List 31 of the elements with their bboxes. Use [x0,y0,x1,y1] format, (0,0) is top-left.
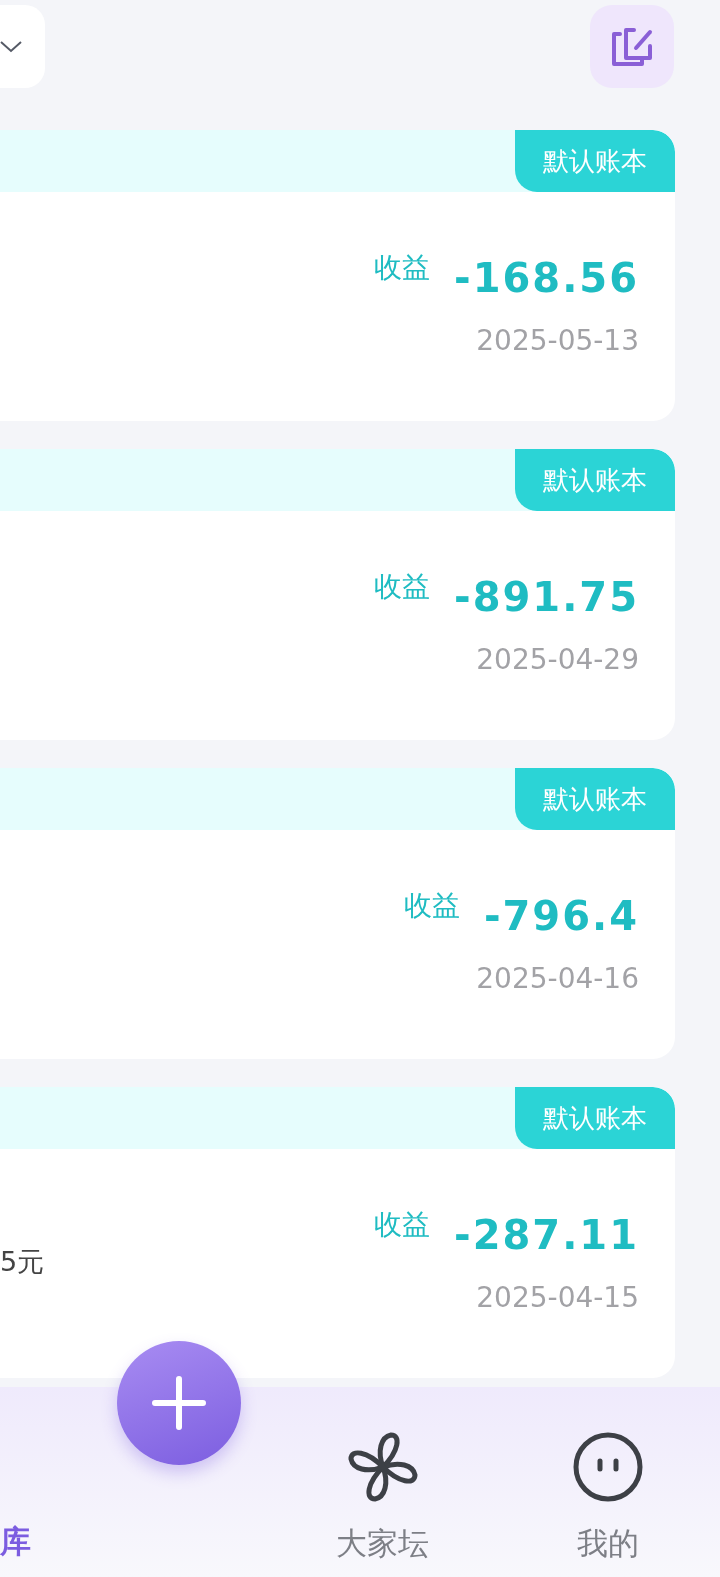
add-button[interactable] [117,1341,241,1465]
edit-button[interactable] [590,5,674,88]
profit-amount: -168.56 [454,254,639,303]
chevron-down-icon [0,40,22,53]
record-date: 2025-04-15 [476,1281,639,1314]
profit-label: 收益 [374,569,431,605]
record-date: 2025-04-16 [476,962,639,995]
ledger-tag: 默认账本 [515,768,675,830]
record-date: 2025-04-29 [476,643,639,676]
tab[interactable]: 我的 [495,1431,720,1577]
record-card[interactable]: 默认账本 收益 -891.75 2025-04-29 [0,449,675,740]
profit-amount: -287.11 [454,1211,639,1260]
ledger-tag: 默认账本 [515,449,675,511]
note-text: 5元 [0,1244,45,1279]
record-date: 2025-05-13 [476,324,639,357]
profit-amount: -796.4 [483,892,639,941]
profit-label: 收益 [374,250,431,286]
record-card[interactable]: 默认账本 5元 收益 -287.11 2025-04-15 [0,1087,675,1378]
face-icon [571,1431,644,1503]
ledger-tag: 默认账本 [515,1087,675,1149]
record-card[interactable]: 默认账本 收益 -168.56 2025-05-13 [0,130,675,421]
tab[interactable]: 大家坛 [270,1431,495,1577]
plus-icon [152,1376,206,1430]
profit-amount: -891.75 [454,573,639,622]
pinwheel-icon [346,1431,419,1503]
record-card[interactable]: 默认账本 收益 -796.4 2025-04-16 [0,768,675,1059]
profit-label: 收益 [403,888,460,924]
profit-label: 收益 [374,1207,431,1243]
edit-icon [610,25,654,68]
tab[interactable]: 库 [0,1521,40,1577]
ledger-tag: 默认账本 [515,130,675,192]
